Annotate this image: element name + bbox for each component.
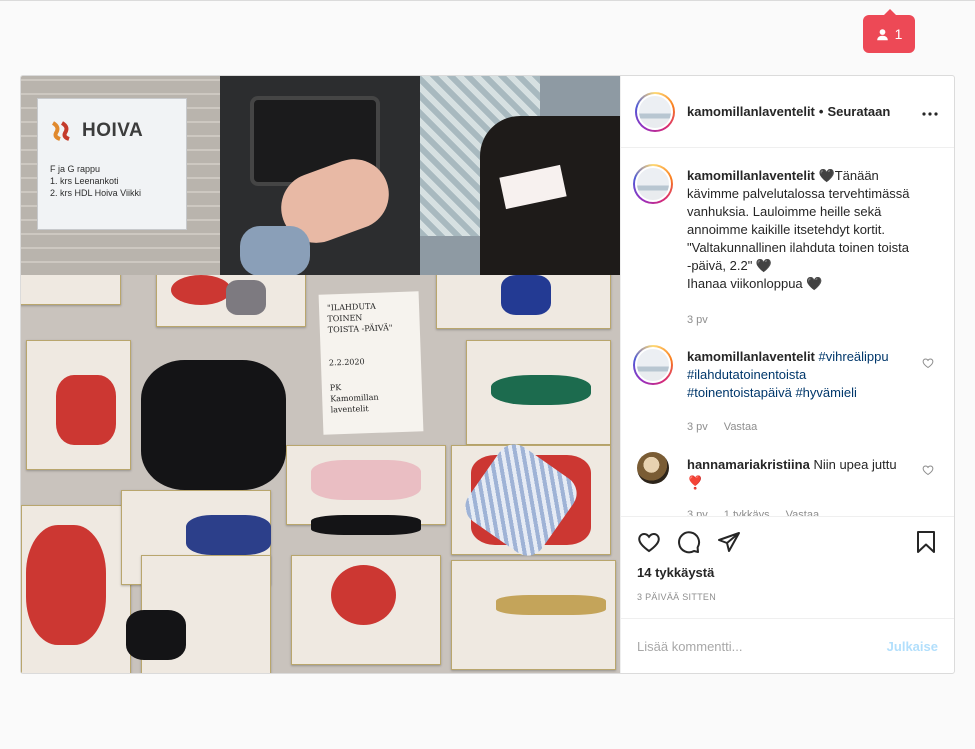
sign-line: 2. krs HDL Hoiva Viikki	[50, 188, 142, 198]
hashtag-link[interactable]: #toinentoistapäivä	[687, 385, 792, 400]
comment-text: 🖤Tänään kävimme palvelutalossa tervehtim…	[687, 168, 910, 273]
black-lace	[126, 610, 186, 660]
likes-count[interactable]: 14 tykkäystä	[637, 565, 938, 580]
gold-ribbon	[496, 595, 606, 615]
notification-badge[interactable]: 1	[863, 9, 915, 53]
separator-dot: •	[818, 104, 824, 119]
comment-username[interactable]: kamomillanlaventelit	[687, 168, 815, 183]
hashtag-link[interactable]: #vihreälippu	[819, 349, 889, 364]
bookmark-icon[interactable]	[914, 530, 938, 554]
avatar[interactable]	[633, 164, 673, 204]
comment-time[interactable]: 3 pv	[687, 311, 708, 329]
notification-count: 1	[894, 26, 903, 42]
avatar[interactable]	[633, 345, 673, 385]
more-dots-icon[interactable]	[922, 103, 938, 121]
hoiva-logo-icon	[51, 121, 70, 141]
comment-username[interactable]: hannamariakristiina	[687, 457, 810, 472]
comment-like-icon[interactable]	[922, 464, 934, 476]
pink-lace	[311, 460, 421, 500]
post-card: HOIVA F ja G rappu 1. krs Leenankoti 2. …	[20, 75, 955, 674]
sleeve-shape	[240, 226, 310, 275]
comment-username[interactable]: kamomillanlaventelit	[687, 349, 815, 364]
comment-input[interactable]	[637, 638, 887, 654]
red-paint	[171, 275, 231, 305]
hashtag-link[interactable]: #hyvämieli	[795, 385, 856, 400]
caption: kamomillanlaventelit 🖤Tänään kävimme pal…	[633, 164, 938, 329]
photo-cards-table: "ILAHDUTA TOINEN TOISTA -PÄIVÄ" 2.2.2020…	[21, 275, 620, 673]
follow-status-button[interactable]: Seurataan	[827, 104, 890, 119]
black-lace	[141, 360, 286, 490]
person-icon	[876, 28, 888, 40]
red-yarn	[56, 375, 116, 445]
sign-line: 1. krs Leenankoti	[50, 176, 119, 186]
reply-button[interactable]: Vastaa	[724, 418, 757, 436]
reply-button[interactable]: Vastaa	[786, 506, 819, 516]
publish-button[interactable]: Julkaise	[887, 639, 938, 654]
photo-handshake	[220, 76, 420, 275]
comment-time[interactable]: 3 pv	[687, 418, 708, 436]
add-comment-bar: Julkaise	[621, 618, 954, 673]
avatar[interactable]	[637, 452, 669, 484]
comments-list[interactable]: kamomillanlaventelit 🖤Tänään kävimme pal…	[621, 148, 954, 516]
black-strip	[311, 515, 421, 535]
sign-line: F ja G rappu	[50, 164, 101, 174]
handwritten-note: "ILAHDUTA TOINEN TOISTA -PÄIVÄ" 2.2.2020…	[318, 291, 424, 435]
hashtag-link[interactable]: #ilahdutatoinentoista	[687, 367, 806, 382]
sequin-shape	[226, 280, 266, 315]
photo-sign: HOIVA F ja G rappu 1. krs Leenankoti 2. …	[21, 76, 220, 275]
craft-card	[21, 275, 121, 305]
comment-text: Ihanaa viikonloppua 🖤	[687, 276, 823, 291]
hoiva-sign: HOIVA F ja G rappu 1. krs Leenankoti 2. …	[37, 98, 187, 230]
note-line: laventelit	[330, 404, 369, 415]
craft-card	[451, 560, 616, 670]
like-heart-icon[interactable]	[637, 530, 661, 554]
red-heart	[331, 565, 396, 625]
photo-card-reading	[420, 76, 620, 275]
share-paper-plane-icon[interactable]	[717, 530, 741, 554]
blue-sequin-shape	[501, 275, 551, 315]
post-sidebar: kamomillanlaventelit • Seurataan kamomilla…	[620, 76, 954, 673]
hoiva-logo: HOIVA	[50, 119, 174, 143]
comment-time[interactable]: 3 pv	[687, 506, 708, 516]
note-line: 2.2.2020	[328, 357, 365, 368]
comment-item: kamomillanlaventelit #vihreälippu #ilahd…	[633, 345, 938, 436]
post-media[interactable]: HOIVA F ja G rappu 1. krs Leenankoti 2. …	[21, 76, 620, 673]
comment-item: hannamariakristiina Niin upea juttu ❣️ 3…	[633, 452, 938, 516]
top-border	[0, 0, 975, 1]
comment-like-icon[interactable]	[922, 357, 934, 369]
green-yarn	[491, 375, 591, 405]
avatar[interactable]	[635, 91, 675, 132]
comment-bubble-icon[interactable]	[677, 530, 701, 554]
post-date[interactable]: 3 PÄIVÄÄ SITTEN	[637, 592, 938, 602]
hoiva-brand: HOIVA	[82, 120, 144, 141]
post-header: kamomillanlaventelit • Seurataan	[621, 76, 954, 148]
red-paint	[26, 525, 106, 645]
comment-likes[interactable]: 1 tykkäys	[724, 506, 770, 516]
note-line: TOISTA -PÄIVÄ"	[327, 323, 393, 335]
blue-sequin-shape	[186, 515, 271, 555]
header-username[interactable]: kamomillanlaventelit	[687, 104, 815, 119]
post-actions: 14 tykkäystä 3 PÄIVÄÄ SITTEN	[621, 516, 954, 618]
